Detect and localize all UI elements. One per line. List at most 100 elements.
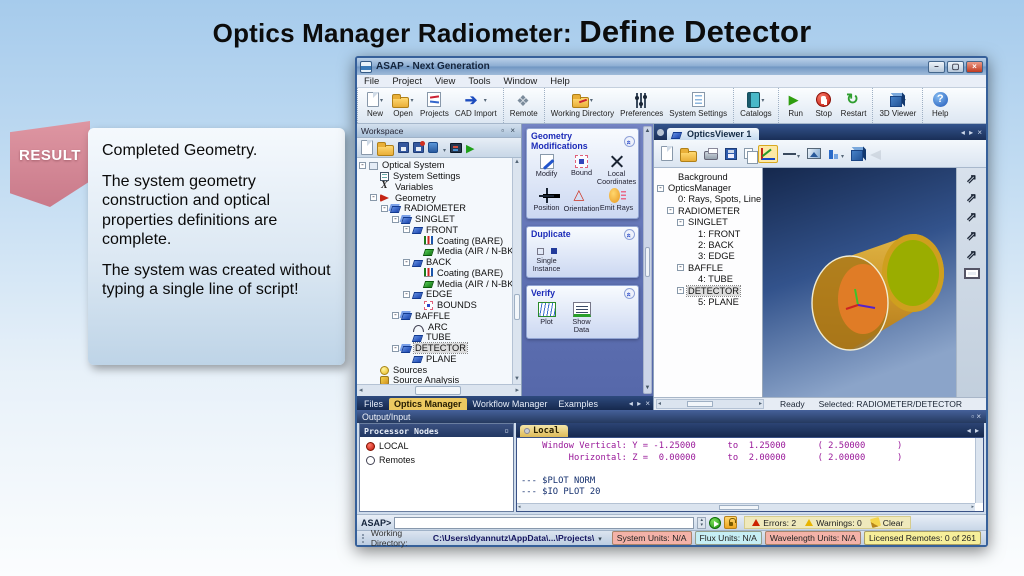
chevron-down-icon[interactable]	[379, 95, 383, 104]
viewer-3d-view[interactable]	[763, 168, 956, 397]
button-orientation[interactable]: Orientation	[564, 188, 599, 213]
database-icon[interactable]	[428, 142, 438, 153]
menu-tools[interactable]: Tools	[468, 76, 490, 87]
processor-node-local[interactable]: LOCAL	[366, 441, 507, 451]
toolbar-remote[interactable]: Remote	[507, 89, 541, 119]
toolbar-cad-import[interactable]: CAD Import	[452, 89, 500, 119]
chevron-down-icon[interactable]	[840, 145, 844, 163]
collapse-chevron-icon[interactable]	[624, 229, 635, 240]
ray-pointer-icon[interactable]	[962, 227, 982, 244]
viewer-tree-hscrollbar[interactable]	[656, 399, 764, 409]
menu-help[interactable]: Help	[550, 76, 570, 87]
monitor-icon[interactable]	[450, 143, 462, 153]
pin-icon[interactable]: ▫	[501, 126, 506, 135]
clear-button[interactable]: Clear	[871, 518, 904, 528]
viewer-tree-item-detector[interactable]: -DETECTOR	[654, 285, 762, 296]
ray-pointer-icon[interactable]	[962, 208, 982, 225]
toolbar-preferences[interactable]: Preferences	[617, 89, 666, 119]
menu-window[interactable]: Window	[504, 76, 538, 87]
tree-item-coating-bare[interactable]: Coating (BARE)	[357, 235, 512, 246]
chevron-down-icon[interactable]	[409, 95, 413, 104]
toolbar-run[interactable]: Run	[782, 89, 810, 119]
view-window-icon[interactable]	[964, 268, 980, 279]
chevron-down-icon[interactable]	[589, 95, 593, 104]
chevron-down-icon[interactable]	[442, 139, 446, 157]
collapse-toggle-icon[interactable]: -	[677, 219, 684, 226]
spinner-control[interactable]	[697, 517, 706, 529]
collapse-toggle-icon[interactable]: -	[403, 259, 410, 266]
panels-scrollbar[interactable]	[643, 126, 652, 394]
close-button[interactable]	[966, 61, 983, 73]
tree-item-variables[interactable]: Variables	[357, 182, 512, 193]
console-nav-icons[interactable]: ◂ ▸	[967, 426, 980, 437]
viewer-chart-bars-button[interactable]	[826, 143, 846, 165]
collapse-toggle-icon[interactable]: -	[403, 291, 410, 298]
chevron-down-icon[interactable]	[598, 533, 602, 543]
viewer-view-3d-button[interactable]	[849, 144, 865, 163]
minimize-button[interactable]	[928, 61, 945, 73]
button-show-data[interactable]: Show Data	[564, 302, 599, 334]
toolbar-projects[interactable]: Projects	[417, 89, 452, 119]
workspace-hscrollbar[interactable]	[357, 384, 521, 396]
viewer-tree-item-1-front[interactable]: 1: FRONT	[654, 228, 762, 239]
close-icon[interactable]: ×	[510, 126, 517, 135]
tree-item-sources[interactable]: Sources	[357, 364, 512, 375]
pin-icon[interactable]: ▫ ×	[971, 412, 981, 421]
viewer-tree-item-background[interactable]: Background	[654, 171, 762, 182]
console-output[interactable]: Window Vertical: Y = -1.25000 to 1.25000…	[516, 437, 984, 512]
collapse-toggle-icon[interactable]: -	[359, 162, 366, 169]
tab-files[interactable]: Files	[359, 398, 388, 410]
tree-item-geometry[interactable]: -Geometry	[357, 192, 512, 203]
viewer-spotlight-button[interactable]	[868, 145, 883, 162]
viewer-print-button[interactable]	[702, 145, 720, 162]
viewer-tree-item-singlet[interactable]: -SINGLET	[654, 217, 762, 228]
tree-item-back[interactable]: -BACK	[357, 257, 512, 268]
chevron-down-icon[interactable]	[483, 95, 487, 104]
tree-item-media-air-n-bk[interactable]: Media (AIR / N-BK	[357, 278, 512, 289]
tree-item-media-air-n-bk[interactable]: Media (AIR / N-BK	[357, 246, 512, 257]
errors-indicator[interactable]: Errors: 2	[752, 518, 796, 528]
toolbar-catalogs[interactable]: Catalogs	[737, 89, 775, 119]
run-icon[interactable]	[466, 141, 477, 155]
tree-item-front[interactable]: -FRONT	[357, 225, 512, 236]
button-bound[interactable]: Bound	[564, 154, 599, 186]
ray-pointer-icon[interactable]	[962, 189, 982, 206]
viewer-new-button[interactable]	[659, 144, 675, 163]
pin-icon[interactable]: ▫	[504, 426, 509, 435]
command-input[interactable]	[394, 517, 694, 529]
execute-button[interactable]	[709, 517, 721, 529]
toolbar-open[interactable]: Open	[389, 89, 417, 119]
chevron-down-icon[interactable]	[796, 145, 800, 163]
tree-item-optical-system[interactable]: -Optical System	[357, 160, 512, 171]
tree-item-coating-bare[interactable]: Coating (BARE)	[357, 268, 512, 279]
button-emit-rays[interactable]: Emit Rays	[599, 188, 634, 213]
viewer-save-button[interactable]	[723, 146, 739, 162]
viewer-render-image-button[interactable]	[805, 146, 823, 161]
chevron-down-icon[interactable]	[760, 95, 764, 104]
tree-item-tube[interactable]: TUBE	[357, 332, 512, 343]
button-modify[interactable]: Modify	[529, 154, 564, 186]
viewer-tree-item-opticsmanager[interactable]: -OpticsManager	[654, 182, 762, 193]
viewer-tree-item-2-back[interactable]: 2: BACK	[654, 239, 762, 250]
collapse-toggle-icon[interactable]: -	[392, 216, 399, 223]
viewer-copy-button[interactable]	[742, 146, 755, 161]
ray-pointer-icon[interactable]	[962, 170, 982, 187]
tab-local[interactable]: Local	[520, 425, 568, 437]
toolbar-restart[interactable]: Restart	[838, 89, 870, 119]
viewer-tree-item-5-plane[interactable]: 5: PLANE	[654, 296, 762, 307]
tree-item-plane[interactable]: PLANE	[357, 354, 512, 365]
ray-pointer-icon[interactable]	[962, 246, 982, 263]
menu-file[interactable]: File	[364, 76, 379, 87]
viewer-tree-item-3-edge[interactable]: 3: EDGE	[654, 251, 762, 262]
save-icon[interactable]	[398, 142, 409, 153]
viewer-tree-item-radiometer[interactable]: -RADIOMETER	[654, 205, 762, 216]
collapse-toggle-icon[interactable]: -	[370, 194, 377, 201]
collapse-toggle-icon[interactable]: -	[381, 205, 388, 212]
lock-icon[interactable]	[724, 516, 737, 529]
collapse-toggle-icon[interactable]: -	[667, 207, 674, 214]
collapse-toggle-icon[interactable]: -	[677, 287, 684, 294]
working-directory-path[interactable]: C:\Users\dyannutz\AppData\...\Projects\	[433, 533, 594, 543]
processor-node-remotes[interactable]: Remotes	[366, 455, 507, 465]
collapse-toggle-icon[interactable]: -	[403, 226, 410, 233]
collapse-toggle-icon[interactable]: -	[677, 264, 684, 271]
